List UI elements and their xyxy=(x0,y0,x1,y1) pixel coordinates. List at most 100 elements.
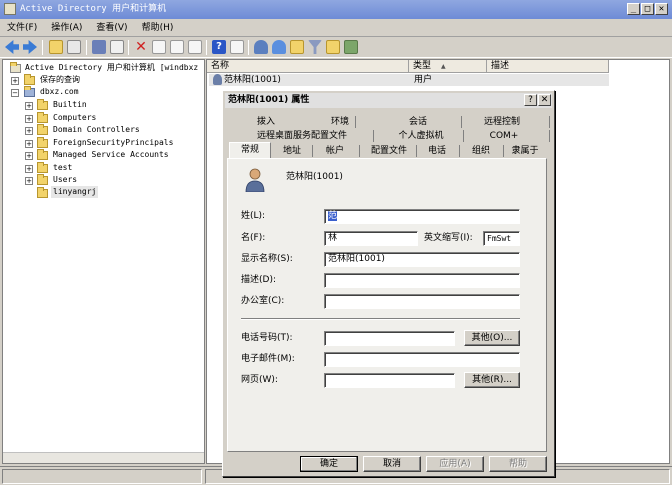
refresh-icon[interactable] xyxy=(170,40,184,54)
close-button[interactable]: ✕ xyxy=(655,3,668,15)
console-tree: Active Directory 用户和计算机 [windbxz + 保存的查询… xyxy=(2,59,205,464)
status-pane xyxy=(2,469,202,484)
expand-saved-queries[interactable]: + xyxy=(11,77,19,85)
initials-label: 英文缩写(I): xyxy=(424,233,473,243)
tree-item-linyangrj[interactable]: linyangrj xyxy=(51,186,99,198)
apply-button[interactable]: 应用(A) xyxy=(426,456,484,472)
dialog-title-bar[interactable]: 范林阳(1001) 属性 xyxy=(225,93,552,108)
help-icon[interactable]: ? xyxy=(212,40,226,54)
tab-general[interactable]: 常规 xyxy=(229,142,271,159)
tree-item-test[interactable]: test xyxy=(53,162,72,174)
new-ou-icon[interactable] xyxy=(290,40,304,54)
tree-item-managed-service[interactable]: Managed Service Accounts xyxy=(53,149,169,161)
column-type[interactable]: 类型 ▲ xyxy=(409,60,487,73)
email-label: 电子邮件(M): xyxy=(241,354,295,364)
tab-com-plus[interactable]: COM+ xyxy=(469,129,539,143)
tab-telephones[interactable]: 电话 xyxy=(419,144,455,158)
expand-managed-service[interactable]: + xyxy=(25,152,33,160)
tab-dialin[interactable]: 拨入 xyxy=(231,115,301,129)
delete-icon[interactable]: ✕ xyxy=(134,40,148,54)
given-name-field[interactable]: 林 xyxy=(324,231,418,246)
initials-field[interactable]: FmSwt xyxy=(483,231,520,246)
folder-icon xyxy=(37,149,48,160)
back-icon[interactable] xyxy=(5,40,19,54)
dialog-help-button[interactable]: ? xyxy=(524,94,537,106)
cut-icon[interactable] xyxy=(92,40,106,54)
window-title-bar[interactable]: Active Directory 用户和计算机 _ □ ✕ xyxy=(0,0,672,19)
tree-domain[interactable]: dbxz.com xyxy=(40,86,79,98)
expand-users[interactable]: + xyxy=(25,177,33,185)
tree-root[interactable]: Active Directory 用户和计算机 [windbxz xyxy=(25,62,198,74)
toolbar: ✕ ? xyxy=(0,37,672,58)
tab-environment[interactable]: 环境 xyxy=(305,115,375,129)
expand-computers[interactable]: + xyxy=(25,115,33,123)
menu-action[interactable]: 操作(A) xyxy=(44,19,89,37)
office-field[interactable] xyxy=(324,294,520,309)
other-phone-button[interactable]: 其他(O)... xyxy=(464,330,520,346)
tab-member-of[interactable]: 隶属于 xyxy=(505,144,545,158)
expand-foreign-security[interactable]: + xyxy=(25,140,33,148)
new-user-icon[interactable] xyxy=(254,40,268,54)
tab-organization[interactable]: 组织 xyxy=(463,144,499,158)
phone-field[interactable] xyxy=(324,331,455,346)
find-icon[interactable] xyxy=(326,40,340,54)
user-icon xyxy=(213,74,222,85)
tree-item-domain-controllers[interactable]: Domain Controllers xyxy=(53,124,140,136)
up-folder-icon[interactable] xyxy=(49,40,63,54)
webpage-field[interactable] xyxy=(324,373,455,388)
row-type: 用户 xyxy=(414,75,433,85)
menu-file[interactable]: 文件(F) xyxy=(0,19,44,37)
separator xyxy=(241,318,520,320)
tab-sessions[interactable]: 会话 xyxy=(379,115,457,129)
display-name-field[interactable]: 范林阳(1001) xyxy=(324,252,520,267)
tree-horizontal-scrollbar[interactable] xyxy=(3,452,204,463)
add-to-group-icon[interactable] xyxy=(344,40,358,54)
surname-field[interactable]: 范 xyxy=(324,209,520,224)
forward-icon[interactable] xyxy=(23,40,37,54)
tree-item-computers[interactable]: Computers xyxy=(53,112,96,124)
tree-item-foreign-security[interactable]: ForeignSecurityPrincipals xyxy=(53,137,173,149)
tab-profile[interactable]: 配置文件 xyxy=(363,144,415,158)
tree-saved-queries[interactable]: 保存的查询 xyxy=(40,74,80,86)
column-description[interactable]: 描述 xyxy=(487,60,609,73)
collapse-domain[interactable]: − xyxy=(11,89,19,97)
menu-view[interactable]: 查看(V) xyxy=(89,19,134,37)
tab-account[interactable]: 帐户 xyxy=(315,144,355,158)
tab-remote-control[interactable]: 远程控制 xyxy=(461,115,543,129)
tab-rds-profile[interactable]: 远程桌面服务配置文件 xyxy=(231,129,373,143)
properties-icon[interactable] xyxy=(152,40,166,54)
tab-personal-vm[interactable]: 个人虚拟机 xyxy=(377,129,465,143)
window-title: Active Directory 用户和计算机 xyxy=(20,4,167,14)
tree-item-builtin[interactable]: Builtin xyxy=(53,99,87,111)
email-field[interactable] xyxy=(324,352,520,367)
new-group-icon[interactable] xyxy=(272,40,286,54)
display-name-label: 显示名称(S): xyxy=(241,254,293,264)
user-avatar-icon xyxy=(245,168,265,192)
folder-icon xyxy=(37,174,48,185)
filter-icon[interactable] xyxy=(308,40,322,54)
column-name[interactable]: 名称 xyxy=(207,60,409,73)
show-tree-icon[interactable] xyxy=(67,40,81,54)
description-field[interactable] xyxy=(324,273,520,288)
domain-icon xyxy=(24,86,35,97)
copy-icon[interactable] xyxy=(110,40,124,54)
dialog-close-button[interactable]: ✕ xyxy=(538,94,551,106)
expand-builtin[interactable]: + xyxy=(25,102,33,110)
maximize-button[interactable]: □ xyxy=(641,3,654,15)
other-webpage-button[interactable]: 其他(R)... xyxy=(464,372,520,388)
minimize-button[interactable]: _ xyxy=(627,3,640,15)
expand-domain-controllers[interactable]: + xyxy=(25,127,33,135)
expand-test[interactable]: + xyxy=(25,165,33,173)
column-type-label: 类型 xyxy=(413,61,432,71)
ou-icon xyxy=(37,187,48,198)
properties-dialog: 范林阳(1001) 属性 ? ✕ 拨入 环境 会话 远程控制 远程桌面服务配置文… xyxy=(222,90,555,477)
menu-help[interactable]: 帮助(H) xyxy=(135,19,181,37)
tree-item-users[interactable]: Users xyxy=(53,174,77,186)
cancel-button[interactable]: 取消 xyxy=(363,456,421,472)
view-icon[interactable] xyxy=(230,40,244,54)
tab-address[interactable]: 地址 xyxy=(273,144,311,158)
user-display-header: 范林阳(1001) xyxy=(286,172,343,182)
export-list-icon[interactable] xyxy=(188,40,202,54)
ok-button[interactable]: 确定 xyxy=(300,456,358,472)
help-button[interactable]: 帮助 xyxy=(489,456,547,472)
